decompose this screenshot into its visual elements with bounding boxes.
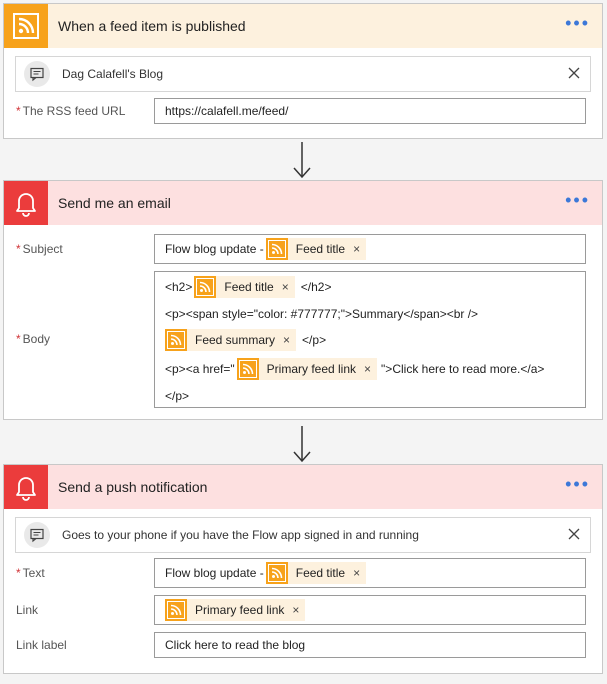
more-options-button[interactable]: ••• bbox=[565, 14, 590, 32]
rss-icon bbox=[236, 358, 259, 380]
link-input[interactable]: Primary feed link × bbox=[154, 595, 586, 625]
remove-token-icon[interactable]: × bbox=[282, 280, 289, 294]
feed-url-input[interactable]: https://calafell.me/feed/ bbox=[154, 98, 586, 124]
email-card: Send me an email ••• * Subject Flow blog … bbox=[3, 180, 603, 420]
rss-icon bbox=[265, 562, 288, 584]
trigger-header[interactable]: When a feed item is published ••• bbox=[4, 4, 602, 48]
connection-info: Dag Calafell's Blog bbox=[15, 56, 591, 92]
push-info: Goes to your phone if you have the Flow … bbox=[15, 517, 591, 553]
rss-icon bbox=[165, 599, 187, 621]
token-primary-feed-link[interactable]: Primary feed link × bbox=[236, 358, 378, 380]
token-feed-title[interactable]: Feed title × bbox=[265, 238, 367, 260]
more-options-button[interactable]: ••• bbox=[565, 475, 590, 493]
email-title: Send me an email bbox=[58, 195, 171, 211]
token-primary-feed-link[interactable]: Primary feed link × bbox=[165, 599, 306, 621]
chat-icon bbox=[24, 522, 50, 548]
link-label: Link bbox=[16, 603, 39, 617]
push-title: Send a push notification bbox=[58, 479, 208, 495]
push-header[interactable]: Send a push notification ••• bbox=[4, 465, 602, 509]
chat-icon bbox=[24, 61, 50, 87]
subject-input[interactable]: Flow blog update - Feed title × bbox=[154, 234, 586, 264]
rss-icon bbox=[194, 276, 217, 298]
remove-token-icon[interactable]: × bbox=[353, 566, 360, 580]
push-card: Send a push notification ••• Goes to you… bbox=[3, 464, 603, 674]
subject-label: * Subject bbox=[16, 242, 63, 256]
link-label-label: Link label bbox=[16, 638, 67, 652]
bell-icon bbox=[4, 181, 48, 225]
body-label: * Body bbox=[16, 332, 51, 346]
token-feed-title[interactable]: Feed title × bbox=[194, 276, 295, 298]
more-options-button[interactable]: ••• bbox=[565, 191, 590, 209]
rss-icon bbox=[4, 4, 48, 48]
trigger-title: When a feed item is published bbox=[58, 18, 246, 34]
token-feed-title[interactable]: Feed title × bbox=[265, 562, 367, 584]
remove-token-icon[interactable]: × bbox=[283, 333, 290, 347]
feed-url-label: * The RSS feed URL bbox=[16, 104, 126, 118]
bell-icon bbox=[4, 465, 48, 509]
connection-name: Dag Calafell's Blog bbox=[62, 67, 164, 81]
close-icon[interactable] bbox=[564, 524, 584, 544]
token-feed-summary[interactable]: Feed summary × bbox=[165, 329, 297, 351]
link-label-input[interactable]: Click here to read the blog bbox=[154, 632, 586, 658]
down-arrow-icon bbox=[293, 426, 311, 463]
remove-token-icon[interactable]: × bbox=[292, 603, 299, 617]
email-header[interactable]: Send me an email ••• bbox=[4, 181, 602, 225]
remove-token-icon[interactable]: × bbox=[353, 242, 360, 256]
rss-icon bbox=[165, 329, 187, 351]
text-label: * Text bbox=[16, 566, 45, 580]
remove-token-icon[interactable]: × bbox=[364, 362, 371, 376]
push-info-text: Goes to your phone if you have the Flow … bbox=[62, 528, 419, 542]
body-input[interactable]: <h2> Feed title × </h2> <p><span style="… bbox=[154, 271, 586, 408]
text-input[interactable]: Flow blog update - Feed title × bbox=[154, 558, 586, 588]
down-arrow-icon bbox=[293, 142, 311, 179]
trigger-card: When a feed item is published ••• Dag Ca… bbox=[3, 3, 603, 139]
rss-icon bbox=[265, 238, 288, 260]
close-icon[interactable] bbox=[564, 63, 584, 83]
